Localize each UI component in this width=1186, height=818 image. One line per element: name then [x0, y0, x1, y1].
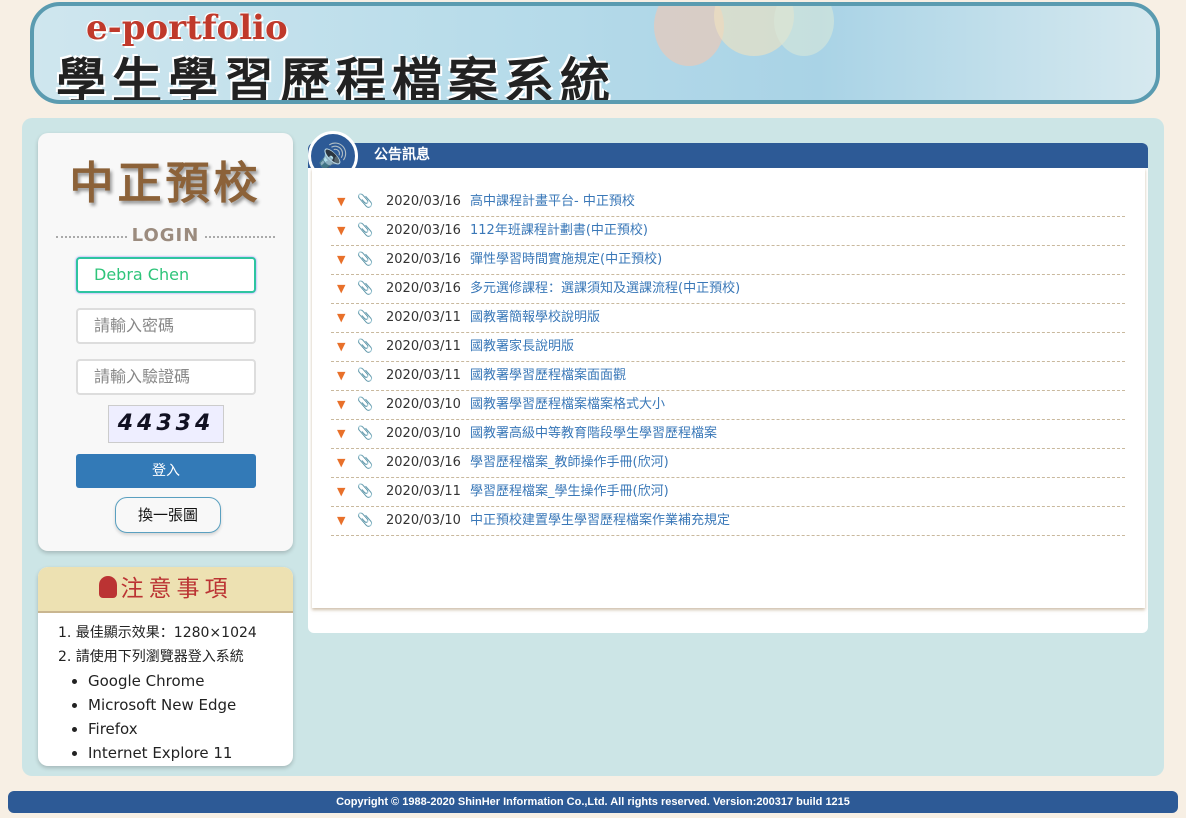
flag-icon: ▼	[337, 253, 346, 266]
announcement-link[interactable]: 國教署高級中等教育階段學生學習歷程檔案	[470, 420, 717, 448]
announcement-row[interactable]: ▼ 📎 2020/03/16 彈性學習時間實施規定(中正預校)	[331, 246, 1125, 275]
announcement-link[interactable]: 中正預校建置學生學習歷程檔案作業補充規定	[470, 507, 730, 535]
announcement-date: 2020/03/10	[386, 513, 461, 528]
browser-item: Google Chrome	[88, 669, 293, 693]
announcement-row[interactable]: ▼ 📎 2020/03/10 中正預校建置學生學習歷程檔案作業補充規定	[331, 507, 1125, 536]
announcement-date: 2020/03/16	[386, 252, 461, 267]
notice-title: 注意事項	[120, 576, 233, 602]
browser-item: Firefox	[88, 717, 293, 741]
paperclip-icon: 📎	[357, 252, 374, 267]
announcement-date: 2020/03/16	[386, 223, 461, 238]
paperclip-icon: 📎	[357, 223, 374, 238]
announcement-date: 2020/03/11	[386, 339, 461, 354]
paperclip-icon: 📎	[357, 368, 374, 383]
announcement-date: 2020/03/10	[386, 426, 461, 441]
announcement-date: 2020/03/11	[386, 310, 461, 325]
flag-icon: ▼	[337, 427, 346, 440]
paperclip-icon: 📎	[357, 397, 374, 412]
paperclip-icon: 📎	[357, 455, 374, 470]
browser-item: Internet Explore 11	[88, 741, 293, 765]
flag-icon: ▼	[337, 311, 346, 324]
announcement-row[interactable]: ▼ 📎 2020/03/11 國教署學習歷程檔案面面觀	[331, 362, 1125, 391]
announcement-link[interactable]: 彈性學習時間實施規定(中正預校)	[470, 246, 662, 274]
paperclip-icon: 📎	[357, 484, 374, 499]
flag-icon: ▼	[337, 456, 346, 469]
banner-title: 學生學習歷程檔案系統	[56, 52, 616, 104]
paperclip-icon: 📎	[357, 513, 374, 528]
flag-icon: ▼	[337, 282, 346, 295]
browser-item: Microsoft New Edge	[88, 693, 293, 717]
paperclip-icon: 📎	[357, 194, 374, 209]
announcement-row[interactable]: ▼ 📎 2020/03/11 國教署家長說明版	[331, 333, 1125, 362]
refresh-captcha-button[interactable]: 換一張圖	[115, 497, 221, 533]
paperclip-icon: 📎	[357, 339, 374, 354]
announcement-row[interactable]: ▼ 📎 2020/03/10 國教署學習歷程檔案檔案格式大小	[331, 391, 1125, 420]
announcement-link[interactable]: 國教署簡報學校說明版	[470, 304, 600, 332]
announcement-date: 2020/03/16	[386, 194, 461, 209]
school-logo: 中正預校	[69, 158, 262, 209]
login-label: LOGIN	[56, 225, 275, 246]
announcements-list: ▼ 📎 2020/03/16 高中課程計畫平台- 中正預校 ▼ 📎 2020/03/16 11…	[312, 168, 1145, 608]
password-input[interactable]: 請輸入密碼	[76, 308, 256, 344]
announcements-panel: 公告訊息 🔊 ▼ 📎 2020/03/16 高中課程計畫平台- 中正預校 ▼ 📎 2020/…	[308, 131, 1148, 633]
paperclip-icon: 📎	[357, 281, 374, 296]
announcement-date: 2020/03/16	[386, 455, 461, 470]
announcement-row[interactable]: ▼ 📎 2020/03/11 學習歷程檔案_學生操作手冊(欣河)	[331, 478, 1125, 507]
flag-icon: ▼	[337, 340, 346, 353]
announcement-date: 2020/03/11	[386, 368, 461, 383]
captcha-input[interactable]: 請輸入驗證碼	[76, 359, 256, 395]
paperclip-icon: 📎	[357, 310, 374, 325]
flag-icon: ▼	[337, 485, 346, 498]
notice-item: 1. 最佳顯示效果：1280×1024	[58, 625, 257, 641]
announcement-link[interactable]: 112年班課程計劃書(中正預校)	[470, 217, 648, 245]
notice-header: 注意事項	[38, 567, 293, 613]
captcha-image: 44334	[108, 405, 224, 443]
flag-icon: ▼	[337, 195, 346, 208]
announcement-row[interactable]: ▼ 📎 2020/03/16 高中課程計畫平台- 中正預校	[331, 188, 1125, 217]
announcement-date: 2020/03/16	[386, 281, 461, 296]
lightbulb-icon	[98, 576, 117, 598]
announcement-link[interactable]: 多元選修課程：選課須知及選課流程(中正預校)	[470, 275, 740, 303]
announcement-link[interactable]: 學習歷程檔案_教師操作手冊(欣河)	[470, 449, 669, 477]
username-input[interactable]: Debra Chen	[76, 257, 256, 293]
announcement-row[interactable]: ▼ 📎 2020/03/16 學習歷程檔案_教師操作手冊(欣河)	[331, 449, 1125, 478]
announcement-link[interactable]: 高中課程計畫平台- 中正預校	[470, 188, 635, 216]
flag-icon: ▼	[337, 369, 346, 382]
announcement-date: 2020/03/10	[386, 397, 461, 412]
announcement-row[interactable]: ▼ 📎 2020/03/10 國教署高級中等教育階段學生學習歷程檔案	[331, 420, 1125, 449]
announcement-row[interactable]: ▼ 📎 2020/03/16 112年班課程計劃書(中正預校)	[331, 217, 1125, 246]
notice-card: 注意事項 1. 最佳顯示效果：1280×1024 2. 請使用下列瀏覽器登入系統…	[38, 567, 293, 766]
flag-icon: ▼	[337, 224, 346, 237]
login-button[interactable]: 登入	[76, 454, 256, 488]
notice-item: 2. 請使用下列瀏覽器登入系統	[58, 649, 244, 665]
banner: e-portfolio 學生學習歷程檔案系統	[30, 2, 1160, 104]
announcement-date: 2020/03/11	[386, 484, 461, 499]
flag-icon: ▼	[337, 514, 346, 527]
announcement-row[interactable]: ▼ 📎 2020/03/11 國教署簡報學校說明版	[331, 304, 1125, 333]
paperclip-icon: 📎	[357, 426, 374, 441]
footer-copyright: Copyright © 1988-2020 ShinHer Informatio…	[8, 791, 1178, 813]
balloon-decoration	[774, 6, 834, 56]
announcements-header: 公告訊息	[308, 143, 1148, 168]
announcement-link[interactable]: 學習歷程檔案_學生操作手冊(欣河)	[470, 478, 669, 506]
announcement-link[interactable]: 國教署家長說明版	[470, 333, 574, 361]
announcement-link[interactable]: 國教署學習歷程檔案檔案格式大小	[470, 391, 665, 419]
login-card: 中正預校 LOGIN Debra Chen 請輸入密碼 請輸入驗證碼 44334…	[38, 133, 293, 551]
announcement-row[interactable]: ▼ 📎 2020/03/16 多元選修課程：選課須知及選課流程(中正預校)	[331, 275, 1125, 304]
announcement-link[interactable]: 國教署學習歷程檔案面面觀	[470, 362, 626, 390]
flag-icon: ▼	[337, 398, 346, 411]
